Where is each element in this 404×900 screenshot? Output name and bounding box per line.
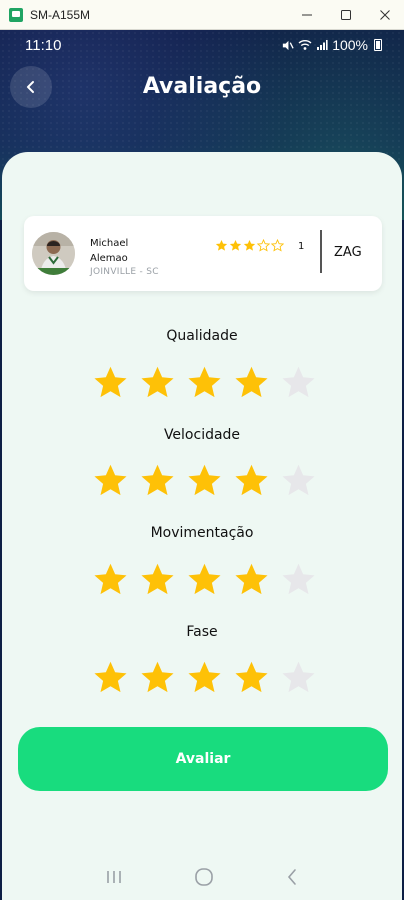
star-outline-icon	[257, 239, 270, 252]
signal-icon	[317, 40, 328, 50]
star-filled-icon	[215, 239, 228, 251]
page-title: Avaliação	[142, 74, 262, 99]
star-empty-icon[interactable]	[280, 364, 317, 401]
star-filled-icon[interactable]	[92, 659, 129, 696]
rating-sheet: Michael Alemao JOINVILLE - SC 1 ZAG Qual…	[2, 152, 402, 900]
star-filled-icon[interactable]	[139, 561, 176, 598]
android-nav-bar	[0, 854, 404, 900]
player-name: Michael Alemao	[90, 236, 128, 266]
player-city: JOINVILLE - SC	[90, 267, 159, 277]
player-first-name: Michael	[90, 238, 129, 249]
player-avatar	[32, 232, 75, 275]
criterion-label: Fase	[186, 624, 218, 640]
star-filled-icon[interactable]	[186, 561, 223, 598]
submit-rating-button[interactable]: Avaliar	[18, 727, 388, 791]
close-icon[interactable]	[365, 0, 404, 30]
star-filled-icon[interactable]	[139, 364, 176, 401]
minimize-icon[interactable]	[287, 0, 326, 30]
star-filled-icon	[229, 239, 242, 251]
criterion-stars	[92, 659, 317, 696]
battery-percent: 100%	[332, 37, 368, 53]
status-time: 11:10	[25, 37, 62, 54]
criterion-label: Velocidade	[163, 427, 241, 443]
star-filled-icon[interactable]	[92, 561, 129, 598]
wifi-icon	[298, 40, 312, 50]
window-title: SM-A155M	[30, 7, 91, 22]
window-title-bar: SM-A155M	[0, 0, 404, 30]
home-icon[interactable]	[194, 867, 214, 887]
card-divider	[320, 230, 322, 273]
status-bar: 11:10 100%	[0, 30, 404, 62]
mute-icon	[283, 40, 294, 50]
star-empty-icon[interactable]	[280, 659, 317, 696]
status-icons: 100%	[281, 37, 382, 53]
phone-screen: 11:10 100% Avaliação Michael Alemao JOIN…	[0, 30, 404, 900]
star-filled-icon[interactable]	[186, 462, 223, 499]
star-filled-icon[interactable]	[233, 364, 270, 401]
star-outline-icon	[271, 239, 284, 252]
star-filled-icon[interactable]	[92, 364, 129, 401]
star-filled-icon[interactable]	[92, 462, 129, 499]
star-filled-icon[interactable]	[233, 462, 270, 499]
star-filled-icon[interactable]	[186, 659, 223, 696]
criterion-label: Qualidade	[166, 328, 238, 344]
star-empty-icon[interactable]	[280, 462, 317, 499]
battery-icon	[374, 39, 382, 51]
recent-apps-icon[interactable]	[105, 869, 123, 885]
star-empty-icon[interactable]	[280, 561, 317, 598]
submit-rating-label: Avaliar	[175, 751, 231, 767]
back-nav-icon[interactable]	[285, 868, 299, 886]
player-last-name: Alemao	[90, 253, 128, 264]
star-filled-icon	[243, 239, 256, 251]
criterion-stars	[92, 364, 317, 401]
player-rating-stars	[215, 239, 284, 252]
criterion-label: Movimentação	[150, 525, 254, 541]
maximize-icon[interactable]	[326, 0, 365, 30]
player-card: Michael Alemao JOINVILLE - SC 1 ZAG	[24, 216, 382, 291]
star-filled-icon[interactable]	[186, 364, 223, 401]
app-icon	[9, 7, 23, 22]
rating-count: 1	[298, 241, 305, 252]
star-filled-icon[interactable]	[233, 561, 270, 598]
window-controls	[287, 0, 404, 30]
player-position: ZAG	[334, 245, 362, 260]
star-filled-icon[interactable]	[139, 462, 176, 499]
star-filled-icon[interactable]	[233, 659, 270, 696]
criterion-stars	[92, 561, 317, 598]
star-filled-icon[interactable]	[139, 659, 176, 696]
criterion-stars	[92, 462, 317, 499]
